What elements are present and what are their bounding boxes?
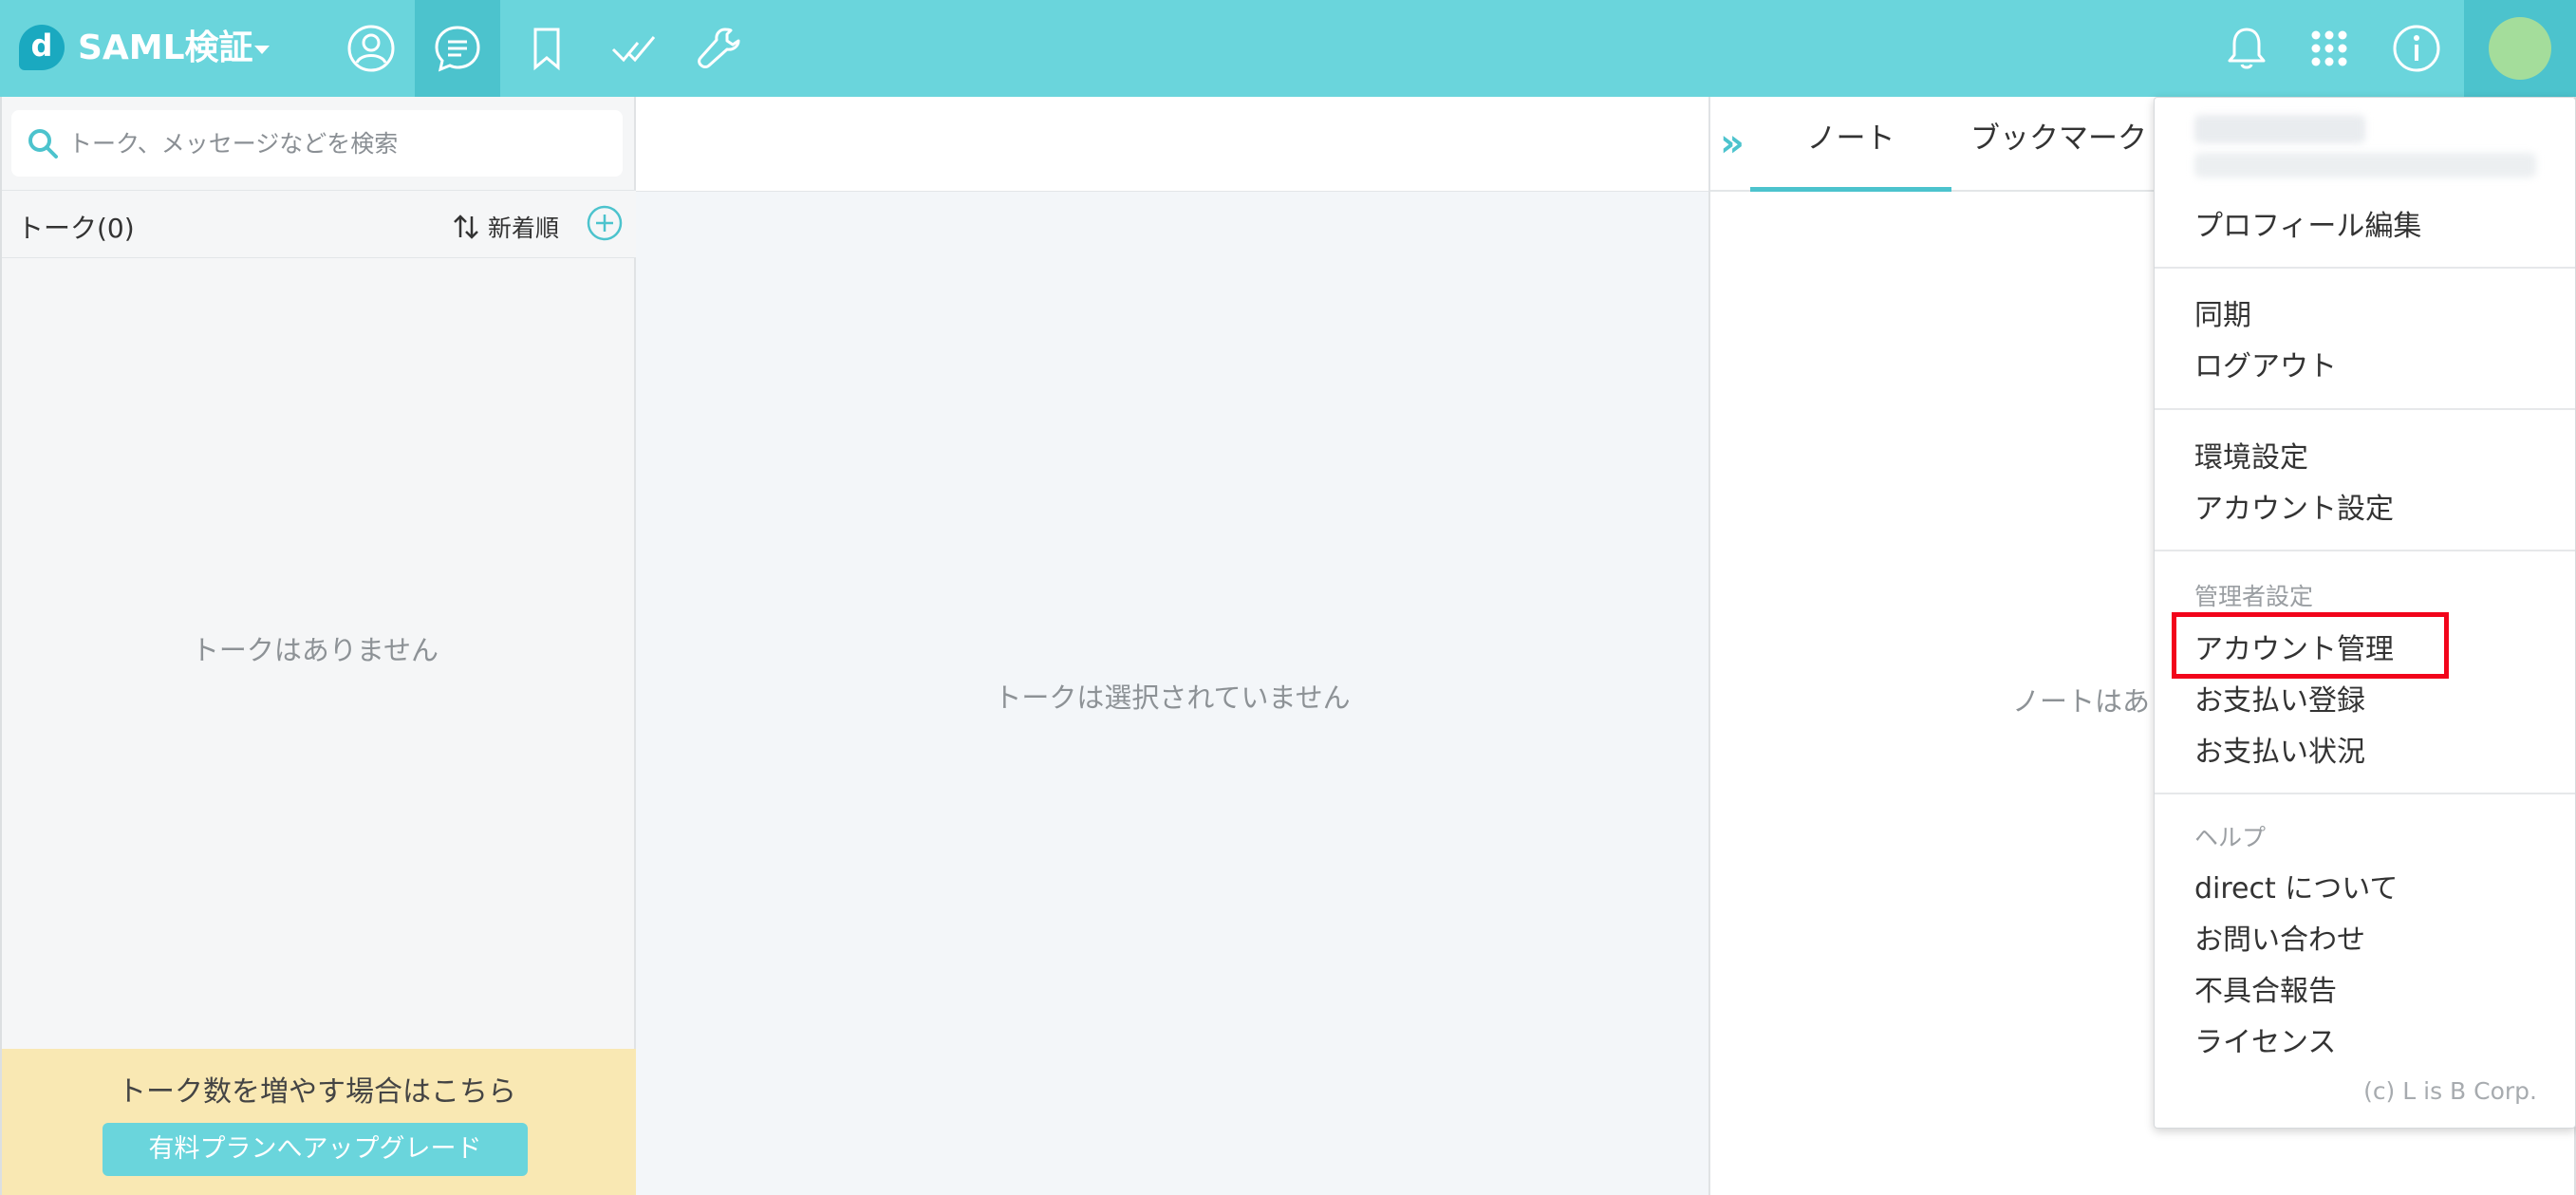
domain-dropdown-caret-icon[interactable] xyxy=(254,46,270,54)
search-input[interactable] xyxy=(68,121,609,165)
menu-divider xyxy=(2155,267,2575,269)
menu-item-sync[interactable]: 同期 xyxy=(2194,291,2251,333)
wrench-icon xyxy=(698,28,740,68)
top-bar: d SAML検証 xyxy=(0,0,2576,97)
talk-view-empty-text: トークは選択されていません xyxy=(994,682,1351,714)
menu-item-bug-report[interactable]: 不具合報告 xyxy=(2194,967,2337,1009)
user-name-redacted xyxy=(2194,115,2365,143)
menu-item-account-settings[interactable]: アカウント設定 xyxy=(2194,485,2394,527)
menu-item-account-management[interactable]: アカウント管理 xyxy=(2194,626,2394,667)
menu-item-payment-status[interactable]: お支払い状況 xyxy=(2194,728,2365,770)
upgrade-banner: トーク数を増やす場合はこちら 有料プランへアップグレード xyxy=(2,1049,636,1195)
sort-label: 新着順 xyxy=(488,215,560,242)
avatar xyxy=(2489,17,2551,80)
apps-button[interactable] xyxy=(2287,0,2372,97)
notes-empty-text: ノートはあ xyxy=(2012,685,2151,718)
user-email-redacted xyxy=(2194,153,2536,177)
menu-divider xyxy=(2155,408,2575,410)
upgrade-text: トーク数を増やす場合はこちら xyxy=(118,1075,516,1109)
menu-section-help: ヘルプ xyxy=(2194,824,2267,851)
notifications-button[interactable] xyxy=(2204,0,2289,97)
user-icon xyxy=(347,25,395,72)
talk-count-label: トーク(0) xyxy=(17,213,135,244)
menu-item-logout[interactable]: ログアウト xyxy=(2194,343,2337,384)
check-icon xyxy=(611,36,656,63)
talk-list-panel: トーク(0) 新着順 トークはありません トーク数を増やす場合はこちら 有料プラ… xyxy=(0,97,636,1195)
nav-tasks-button[interactable] xyxy=(590,0,676,97)
tab-notes[interactable]: ノート xyxy=(1750,118,1951,192)
avatar-button[interactable] xyxy=(2464,0,2576,97)
info-button[interactable] xyxy=(2374,0,2459,97)
info-icon xyxy=(2393,25,2440,72)
sort-button[interactable]: 新着順 xyxy=(452,210,559,244)
menu-section-admin: 管理者設定 xyxy=(2194,583,2314,610)
menu-item-about[interactable]: direct について xyxy=(2194,865,2398,906)
user-dropdown-menu: プロフィール編集 同期 ログアウト 環境設定 アカウント設定 管理者設定 アカウ… xyxy=(2154,97,2576,1129)
upgrade-button[interactable]: 有料プランへアップグレード xyxy=(103,1123,528,1176)
menu-item-payment-register[interactable]: お支払い登録 xyxy=(2194,677,2365,719)
talk-list-empty-text: トークはありません xyxy=(191,634,439,666)
talk-list-header: トーク(0) 新着順 xyxy=(2,190,636,258)
nav-contacts-button[interactable] xyxy=(328,0,414,97)
talk-icon xyxy=(435,26,480,72)
tab-bookmarks[interactable]: ブックマーク xyxy=(1951,118,2166,192)
copyright-text: (c) L is B Corp. xyxy=(2363,1077,2537,1105)
search-box xyxy=(11,110,623,177)
search-icon xyxy=(28,129,58,159)
menu-divider xyxy=(2155,793,2575,794)
domain-name[interactable]: SAML検証 xyxy=(78,25,253,72)
nav-tools-button[interactable] xyxy=(677,0,762,97)
nav-bookmarks-button[interactable] xyxy=(504,0,589,97)
talk-view-panel: トークは選択されていません xyxy=(636,97,1710,1195)
apps-grid-icon xyxy=(2311,30,2347,66)
menu-item-preferences[interactable]: 環境設定 xyxy=(2194,434,2308,476)
menu-item-contact[interactable]: お問い合わせ xyxy=(2194,916,2365,958)
bookmark-icon xyxy=(533,28,560,71)
sort-icon xyxy=(454,215,478,239)
talk-view-header xyxy=(636,97,1708,192)
menu-item-profile-edit[interactable]: プロフィール編集 xyxy=(2194,202,2421,244)
direct-logo[interactable]: d xyxy=(19,25,65,70)
nav-talks-button[interactable] xyxy=(415,0,500,97)
menu-item-license[interactable]: ライセンス xyxy=(2194,1018,2336,1060)
collapse-panel-icon[interactable]: » xyxy=(1720,121,1745,165)
menu-divider xyxy=(2155,550,2575,551)
bell-icon xyxy=(2228,28,2266,69)
add-talk-icon[interactable] xyxy=(585,204,625,244)
